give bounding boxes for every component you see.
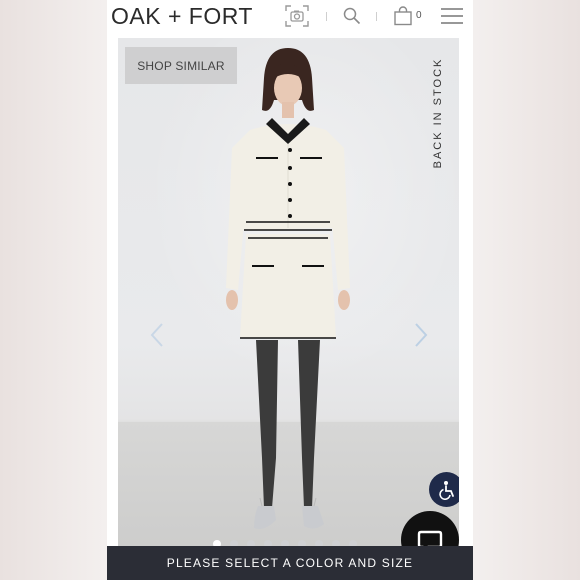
chat-bubble-icon	[417, 530, 443, 546]
brand-logo[interactable]: OAK + FORT	[111, 3, 253, 30]
nav-divider	[326, 12, 327, 21]
shopping-bag-icon[interactable]	[393, 6, 413, 26]
product-image-carousel[interactable]: SHOP SIMILAR BACK IN STOCK	[118, 38, 459, 546]
accessibility-wheelchair-icon	[438, 480, 454, 500]
accessibility-button[interactable]	[429, 472, 459, 507]
search-icon[interactable]	[343, 7, 361, 25]
camera-search-icon[interactable]	[284, 4, 310, 28]
cart-count: 0	[416, 10, 422, 21]
product-photo-model	[226, 48, 350, 529]
nav-divider	[376, 12, 377, 21]
back-in-stock-badge: BACK IN STOCK	[423, 54, 453, 172]
carousel-prev-arrow-icon[interactable]	[150, 322, 164, 348]
shop-similar-button[interactable]: SHOP SIMILAR	[125, 47, 237, 84]
carousel-next-arrow-icon[interactable]	[414, 322, 428, 348]
mobile-screen: OAK + FORT 0 SHOP SIMILAR BACK IN STOCK …	[107, 0, 473, 580]
back-in-stock-label: BACK IN STOCK	[432, 57, 444, 169]
hamburger-menu-icon[interactable]	[441, 8, 463, 24]
top-nav-bar: OAK + FORT 0	[107, 0, 473, 34]
select-color-size-prompt[interactable]: PLEASE SELECT A COLOR AND SIZE	[107, 546, 473, 580]
